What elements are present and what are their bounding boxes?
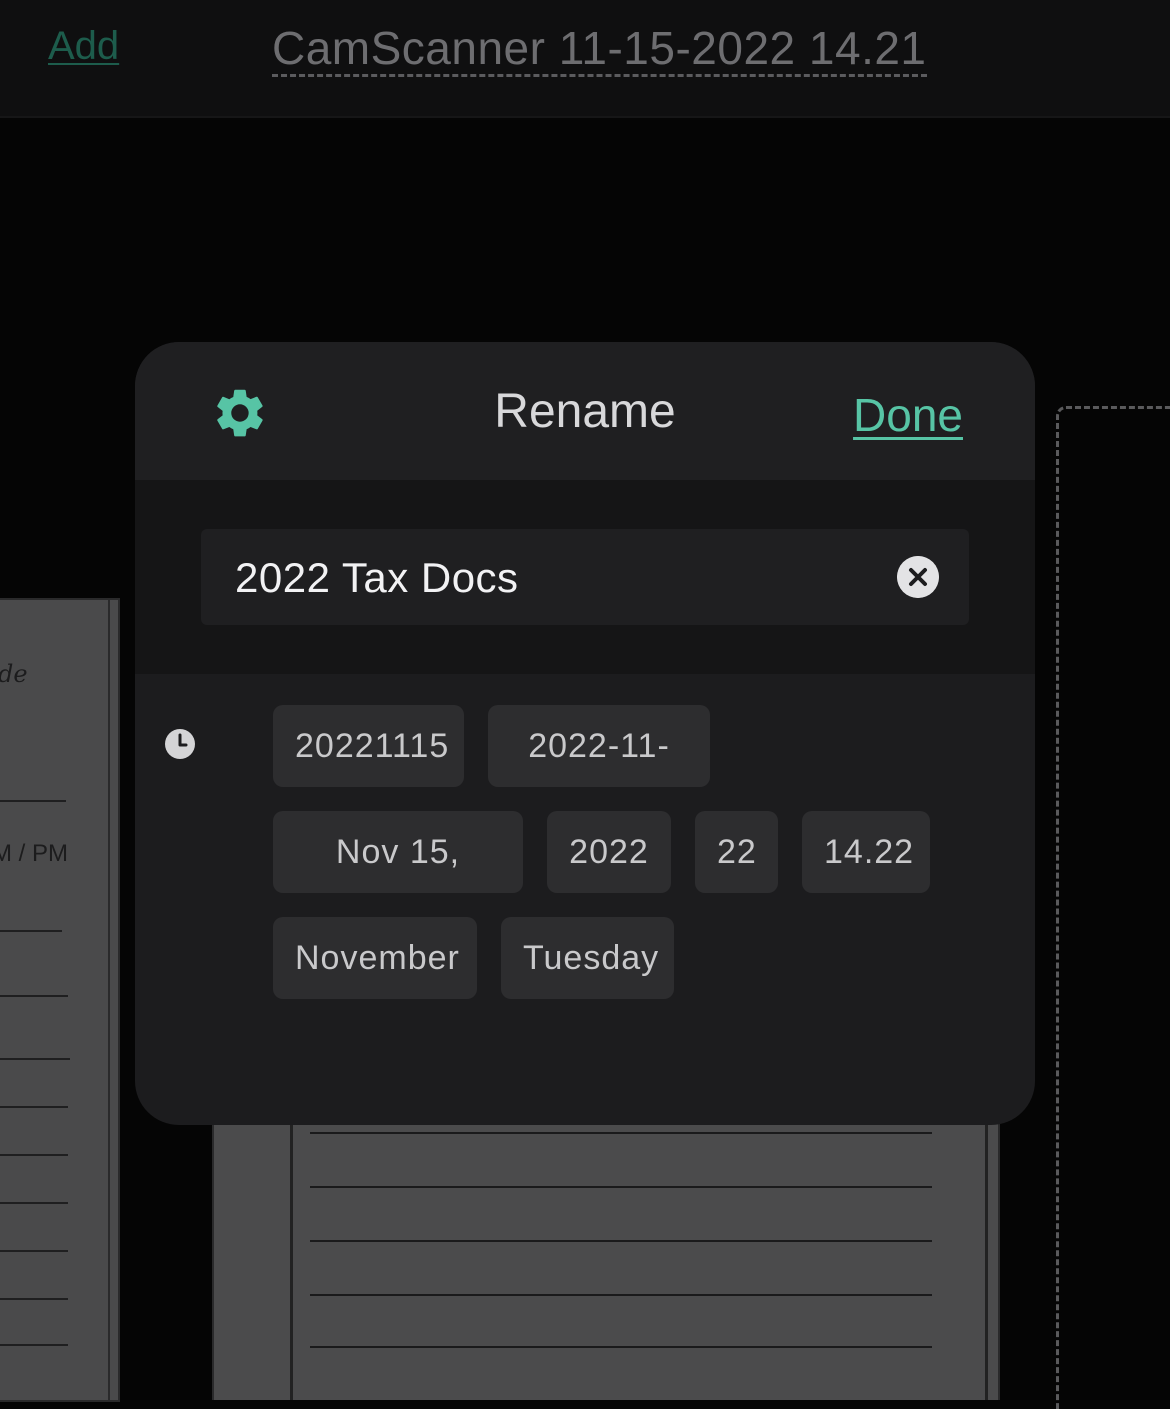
clock-icon	[165, 729, 195, 759]
top-bar: Add CamScanner 11-15-2022 14.21	[0, 0, 1170, 118]
name-input-section	[135, 480, 1035, 674]
clear-circle-x-icon[interactable]	[897, 556, 939, 598]
page-rule-line	[0, 995, 68, 997]
page-rule-line	[0, 930, 62, 932]
suggestion-chip[interactable]: 22	[695, 811, 778, 893]
suggestion-chip[interactable]: 20221115	[273, 705, 464, 787]
page-text-fragment: M / PM	[0, 840, 68, 867]
page-rule-line	[0, 1202, 68, 1204]
suggestion-chip[interactable]: 14.22	[802, 811, 930, 893]
suggestion-chip[interactable]: 2022-11-15	[488, 705, 710, 847]
page-rule-line	[0, 1058, 70, 1060]
dialog-header: Rename Done	[135, 342, 1035, 480]
suggestion-chip[interactable]: November	[273, 917, 477, 999]
page-rule-line	[0, 1250, 68, 1252]
page-rule-line	[0, 800, 66, 802]
name-suggestions: 20221115 2022-11-15 Nov 15, 2022 2022 22…	[135, 674, 1035, 1125]
suggestion-chip[interactable]: Nov 15, 2022	[273, 811, 523, 953]
done-button[interactable]: Done	[853, 388, 963, 442]
page-rule-line	[0, 1154, 68, 1156]
page-inner-border	[290, 1100, 988, 1400]
suggestion-chip[interactable]: 2022	[547, 811, 671, 893]
page-rule-line	[310, 1346, 932, 1348]
background-page-bottom	[212, 1100, 1000, 1400]
document-title[interactable]: CamScanner 11-15-2022 14.21	[272, 22, 927, 77]
page-rule-line	[0, 1298, 68, 1300]
add-page-placeholder	[1056, 406, 1170, 1409]
suggestion-chip[interactable]: Tuesday	[501, 917, 674, 999]
name-input-container	[201, 529, 969, 627]
page-rule-line	[0, 1344, 68, 1346]
page-rule-line	[310, 1186, 932, 1188]
add-button[interactable]: Add	[48, 24, 119, 69]
page-text-fragment: de	[0, 660, 28, 688]
page-rule-line	[310, 1132, 932, 1134]
background-page-left: de M / PM	[0, 598, 120, 1402]
page-rule-line	[310, 1294, 932, 1296]
document-name-input[interactable]	[233, 529, 877, 627]
page-rule-line	[310, 1240, 932, 1242]
rename-dialog: Rename Done 20221115 2022-11-15 Nov 15, …	[135, 342, 1035, 1125]
page-edge	[108, 600, 110, 1400]
page-rule-line	[0, 1106, 68, 1108]
